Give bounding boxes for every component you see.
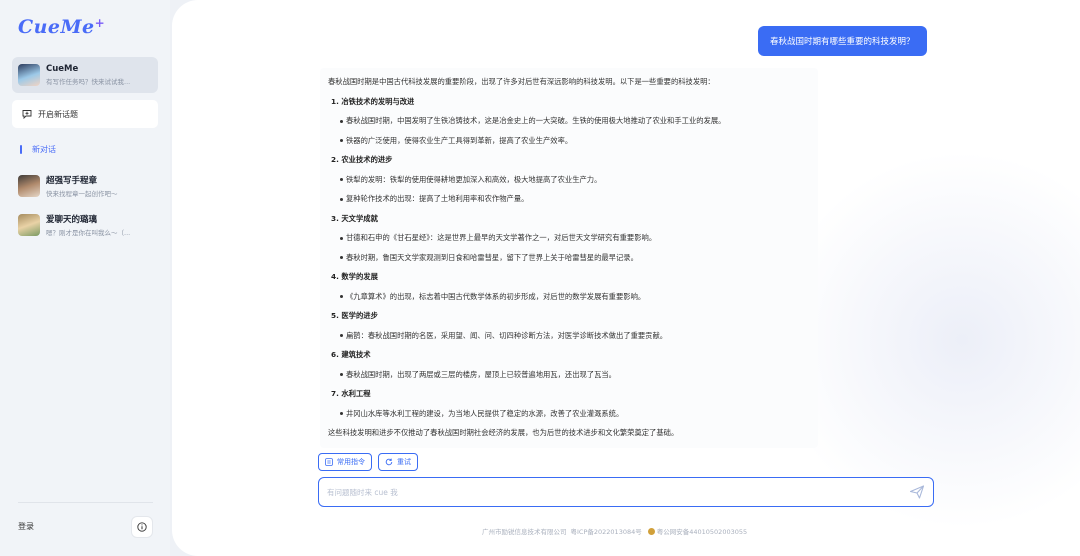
- chat-title: 爱聊天的璐璃: [46, 215, 98, 225]
- answer-outro: 这些科技发明和进步不仅推动了春秋战国时期社会经济的发展，也为后世的技术进步和文化…: [328, 428, 679, 437]
- new-chat-label: 新对话: [32, 145, 56, 154]
- chat-plus-icon: [22, 110, 32, 119]
- answer-intro: 春秋战国时期是中国古代科技发展的重要阶段，出现了许多对后世有深远影响的科技发明。…: [328, 77, 715, 86]
- send-icon[interactable]: [909, 484, 925, 500]
- background-glow: [772, 150, 1080, 530]
- answer-section-title: 6. 建筑技术: [331, 350, 371, 359]
- answer-bullet: 铁犁的发明：铁犁的使用使得耕地更加深入和高效，极大地提高了农业生产力。: [328, 175, 810, 195]
- new-topic-label: 开启新话题: [38, 109, 78, 119]
- info-button[interactable]: [131, 516, 153, 538]
- common-commands-label: 常用指令: [337, 458, 365, 466]
- chat-item-coder[interactable]: 超强写手程章 快来找程章一起创作吧～: [12, 171, 158, 201]
- answer-section-title: 5. 医学的进步: [331, 311, 378, 320]
- avatar: [18, 64, 40, 86]
- police-badge-icon: [647, 527, 655, 535]
- message-input[interactable]: [327, 487, 909, 497]
- new-topic-button[interactable]: 开启新话题: [12, 100, 158, 128]
- avatar: [18, 214, 40, 236]
- answer-bullet: 春秋时期，鲁国天文学家观测到日食和哈雷彗星，留下了世界上关于哈雷彗星的最早记录。: [328, 253, 810, 273]
- chat-subtitle: 快来找程章一起创作吧～: [46, 190, 118, 198]
- user-message: 春秋战国时期有哪些重要的科技发明？: [758, 26, 927, 56]
- app-logo[interactable]: CueMe+: [18, 16, 105, 38]
- answer-section-title: 7. 水利工程: [331, 389, 371, 398]
- new-chat-item[interactable]: 新对话: [20, 144, 56, 155]
- sidebar: CueMe+ CueMe 有写作任务吗？快来试试我... 开启新话题 新对话 超…: [0, 0, 170, 556]
- answer-bullet: 甘德和石申的《甘石星经》：这是世界上最早的天文学著作之一，对后世天文学研究有重要…: [328, 233, 810, 253]
- chat-title: 超强写手程章: [46, 176, 98, 186]
- chat-subtitle: 嗯？刚才是你在叫我么～（...: [46, 229, 131, 237]
- bot-card[interactable]: CueMe 有写作任务吗？快来试试我...: [12, 57, 158, 93]
- chat-main: 春秋战国时期有哪些重要的科技发明？ 春秋战国时期是中国古代科技发展的重要阶段，出…: [172, 0, 1080, 556]
- answer-section-title: 1. 冶铁技术的发明与改进: [331, 96, 415, 106]
- retry-icon: [385, 458, 393, 466]
- footer: 广州市励锐信息技术有限公司 粤ICP备2022013084号 粤公网安备4401…: [482, 526, 747, 536]
- info-icon: [137, 522, 147, 532]
- answer-section-title: 2. 农业技术的进步: [331, 155, 393, 164]
- divider: [18, 502, 153, 503]
- footer-police[interactable]: 粤公网安备44010502003055: [657, 526, 747, 536]
- common-commands-button[interactable]: 常用指令: [318, 453, 372, 471]
- assistant-answer: 春秋战国时期是中国古代科技发展的重要阶段，出现了许多对后世有深远影响的科技发明。…: [320, 68, 818, 448]
- answer-bullet: 扁鹊：春秋战国时期的名医，采用望、闻、问、切四种诊断方法，对医学诊断技术做出了重…: [328, 331, 810, 351]
- login-link[interactable]: 登录: [18, 521, 34, 532]
- retry-label: 重试: [397, 458, 411, 466]
- answer-section-title: 4. 数学的发展: [331, 272, 378, 281]
- bot-subtitle: 有写作任务吗？快来试试我...: [46, 78, 131, 86]
- answer-bullet: 复种轮作技术的出现：提高了土地利用率和农作物产量。: [328, 194, 810, 214]
- answer-bullet: 铁器的广泛使用，使得农业生产工具得到革新，提高了农业生产效率。: [328, 136, 810, 156]
- answer-actions: 常用指令 重试: [318, 453, 418, 471]
- avatar: [18, 175, 40, 197]
- active-indicator: [20, 145, 22, 154]
- answer-section-title: 3. 天文学成就: [331, 213, 378, 223]
- footer-icp[interactable]: 粤ICP备2022013084号: [571, 526, 642, 536]
- answer-bullet: 春秋战国时期，出现了两层或三层的楼房，屋顶上已较普遍地用瓦，还出现了瓦当。: [328, 370, 810, 390]
- answer-bullet: 春秋战国时期，中国发明了生铁冶铸技术，这是冶金史上的一大突破。生铁的使用极大地推…: [328, 116, 810, 136]
- answer-bullet: 《九章算术》的出现，标志着中国古代数学体系的初步形成，对后世的数学发展有重要影响…: [328, 292, 810, 312]
- message-input-box: [318, 477, 934, 507]
- bot-name: CueMe: [46, 64, 79, 74]
- command-icon: [325, 458, 333, 466]
- footer-company: 广州市励锐信息技术有限公司: [482, 528, 567, 536]
- answer-bullet: 井冈山水库等水利工程的建设，为当地人民提供了稳定的水源，改善了农业灌溉系统。: [328, 409, 810, 429]
- chat-item-chatter[interactable]: 爱聊天的璐璃 嗯？刚才是你在叫我么～（...: [12, 210, 158, 240]
- retry-button[interactable]: 重试: [378, 453, 418, 471]
